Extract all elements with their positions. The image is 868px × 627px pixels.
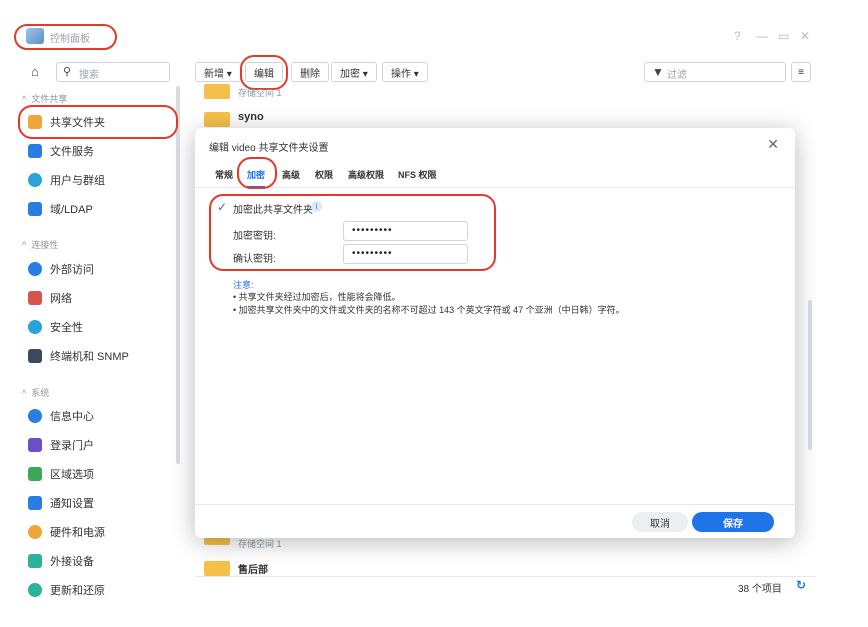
- info-icon[interactable]: i: [311, 201, 322, 212]
- section-file-sharing[interactable]: ^ 文件共享: [22, 92, 67, 105]
- tab-encryption[interactable]: 加密: [247, 168, 266, 188]
- shared-folder-icon: [28, 115, 42, 129]
- external-device-icon: [28, 554, 42, 568]
- search-icon: ⚲: [63, 66, 72, 78]
- encrypt-button[interactable]: 加密 ▾: [331, 62, 377, 82]
- sidebar-scrollbar[interactable]: [176, 86, 180, 464]
- list-scrollbar[interactable]: [808, 300, 812, 450]
- save-button[interactable]: 保存: [692, 512, 774, 532]
- sidebar-item-users[interactable]: 用户与群组: [28, 170, 105, 190]
- note-line: • 加密共享文件夹中的文件或文件夹的名称不可超过 143 个英文字符或 47 个…: [233, 305, 625, 315]
- view-options-icon[interactable]: ≡: [791, 62, 811, 82]
- row-sub: 存储空间 1: [238, 539, 282, 549]
- file-service-icon: [28, 144, 42, 158]
- minimize-icon[interactable]: —: [756, 29, 768, 43]
- sidebar-item-shared-folder[interactable]: 共享文件夹: [28, 112, 105, 132]
- tab-permissions[interactable]: 权限: [315, 168, 333, 181]
- shield-icon: [28, 320, 42, 334]
- filter-icon: ▼: [652, 65, 664, 79]
- filter-input[interactable]: ▼ 过滤: [644, 62, 786, 82]
- encrypt-checkbox[interactable]: ✓: [217, 200, 227, 214]
- folder-icon: [204, 84, 230, 99]
- action-button[interactable]: 操作 ▾: [382, 62, 428, 82]
- dialog-tabs: 常规 加密 高级 权限 高级权限 NFS 权限: [195, 168, 795, 188]
- region-icon: [28, 467, 42, 481]
- note-line: • 共享文件夹经过加密后，性能将会降低。: [233, 292, 401, 302]
- sidebar-item-notification[interactable]: 通知设置: [28, 493, 94, 513]
- portal-icon: [28, 438, 42, 452]
- row-sub: 存储空间 1: [238, 88, 282, 98]
- status-divider: [195, 576, 815, 577]
- folder-icon: [204, 561, 230, 576]
- sidebar-item-info-center[interactable]: 信息中心: [28, 406, 94, 426]
- home-icon[interactable]: ⌂: [31, 64, 39, 79]
- row-name[interactable]: 售后部: [238, 561, 268, 576]
- sidebar-search-input[interactable]: ⚲ 搜索: [56, 62, 170, 82]
- section-system[interactable]: ^ 系统: [22, 386, 49, 399]
- sidebar-item-file-service[interactable]: 文件服务: [28, 141, 94, 161]
- info-icon: [28, 409, 42, 423]
- dialog-close-icon[interactable]: ✕: [767, 136, 779, 153]
- sidebar-item-region[interactable]: 区域选项: [28, 464, 94, 484]
- sidebar-item-hardware[interactable]: 硬件和电源: [28, 522, 105, 542]
- bulb-icon: [28, 525, 42, 539]
- sidebar-item-network[interactable]: 网络: [28, 288, 72, 308]
- sidebar-item-ldap[interactable]: 域/LDAP: [28, 199, 93, 219]
- help-icon[interactable]: ?: [734, 29, 741, 43]
- maximize-icon[interactable]: ▭: [778, 29, 789, 43]
- tab-advanced[interactable]: 高级: [282, 168, 300, 181]
- edit-button[interactable]: 编辑: [245, 62, 283, 82]
- item-count: 38 个项目: [738, 584, 782, 595]
- control-panel-app-icon: [26, 28, 44, 44]
- row-name[interactable]: syno: [238, 111, 264, 123]
- globe-icon: [28, 262, 42, 276]
- sidebar-item-external-access[interactable]: 外部访问: [28, 259, 94, 279]
- section-connectivity[interactable]: ^ 连接性: [22, 238, 58, 251]
- sidebar-item-login-portal[interactable]: 登录门户: [28, 435, 94, 455]
- close-window-icon[interactable]: ✕: [800, 29, 810, 43]
- key-label: 加密密钥:: [233, 231, 276, 242]
- dialog-footer-divider: [195, 504, 795, 505]
- sidebar-item-external-devices[interactable]: 外接设备: [28, 551, 94, 571]
- tab-advanced-permissions[interactable]: 高级权限: [348, 168, 384, 181]
- edit-folder-dialog: 编辑 video 共享文件夹设置 ✕ 常规 加密 高级 权限 高级权限 NFS …: [195, 128, 795, 538]
- folder-icon: [204, 112, 230, 127]
- window-title: 控制面板: [50, 34, 90, 45]
- refresh-icon[interactable]: ↻: [796, 578, 806, 592]
- terminal-icon: [28, 349, 42, 363]
- tab-nfs-permissions[interactable]: NFS 权限: [398, 168, 437, 181]
- notification-icon: [28, 496, 42, 510]
- confirm-key-label: 确认密钥:: [233, 254, 276, 265]
- dialog-title: 编辑 video 共享文件夹设置: [209, 143, 329, 154]
- ldap-icon: [28, 202, 42, 216]
- home-network-icon: [28, 291, 42, 305]
- encrypt-checkbox-label: 加密此共享文件夹: [233, 205, 313, 216]
- sidebar-item-update[interactable]: 更新和还原: [28, 580, 105, 600]
- delete-button[interactable]: 删除: [291, 62, 329, 82]
- encryption-key-input[interactable]: •••••••••: [343, 221, 468, 241]
- cancel-button[interactable]: 取消: [632, 512, 688, 532]
- new-button[interactable]: 新增 ▾: [195, 62, 241, 82]
- confirm-key-input[interactable]: •••••••••: [343, 244, 468, 264]
- tab-general[interactable]: 常规: [215, 168, 233, 181]
- sidebar-item-terminal[interactable]: 终端机和 SNMP: [28, 346, 129, 366]
- sidebar-item-security[interactable]: 安全性: [28, 317, 83, 337]
- users-icon: [28, 173, 42, 187]
- update-icon: [28, 583, 42, 597]
